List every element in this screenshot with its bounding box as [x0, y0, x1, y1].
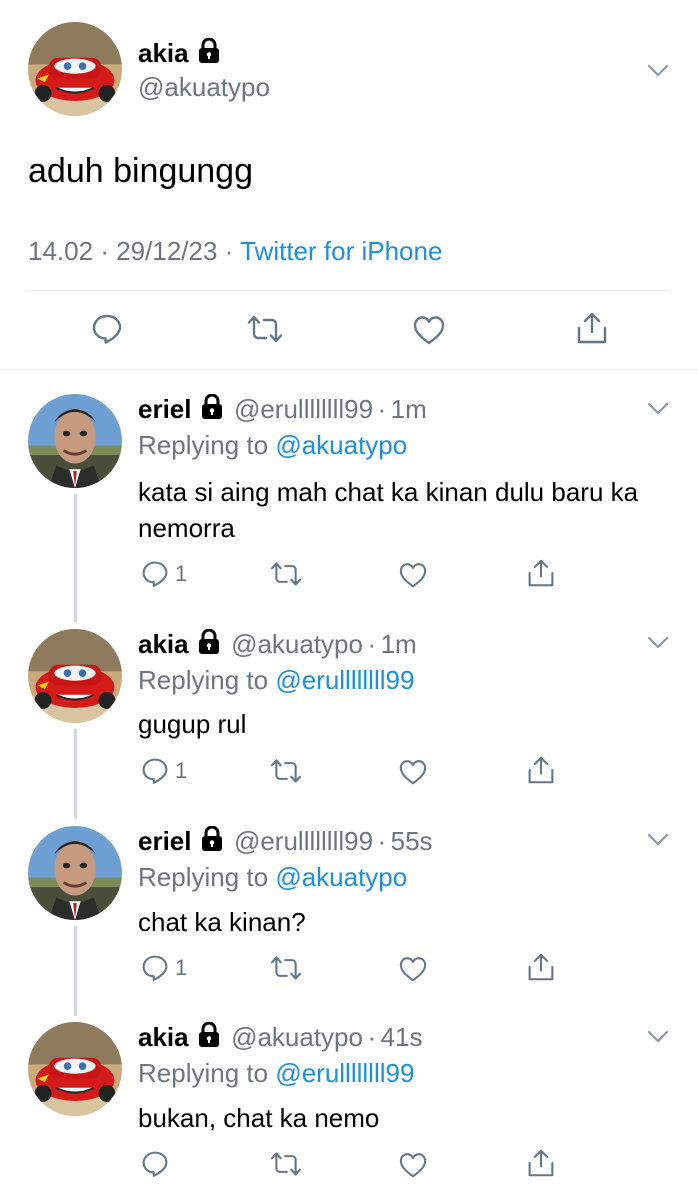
avatar[interactable] — [28, 629, 122, 723]
tweet-actions: 1 — [0, 560, 698, 594]
tweet-time: 1m — [380, 629, 417, 659]
share-icon[interactable] — [527, 558, 555, 588]
reply-icon — [141, 1150, 169, 1178]
retweet-icon[interactable] — [270, 757, 302, 785]
tweet-source[interactable]: Twitter for iPhone — [240, 236, 442, 266]
replying-prefix: Replying to — [138, 430, 276, 460]
share-icon[interactable] — [527, 952, 555, 982]
tweet-text: kata si aing mah chat ka kinan dulu baru… — [138, 477, 639, 543]
author-name[interactable]: akia — [138, 1022, 189, 1052]
meta-separator: · — [100, 236, 109, 266]
replying-to-handle[interactable]: @akuatypo — [275, 862, 407, 892]
lock-icon — [197, 1022, 221, 1048]
meta-separator: · — [224, 236, 234, 266]
author-name[interactable]: eriel — [138, 826, 192, 856]
tweet-text: aduh bingungg — [28, 152, 254, 190]
replying-prefix: Replying to — [138, 862, 276, 892]
retweet-icon[interactable] — [270, 954, 302, 982]
chevron-down-icon[interactable] — [647, 636, 669, 650]
avatar[interactable] — [28, 394, 122, 488]
avatar[interactable] — [28, 1022, 122, 1116]
reply-button[interactable]: 1 — [141, 757, 187, 785]
reply-button[interactable]: 1 — [141, 954, 187, 982]
tweet-text: bukan, chat ka nemo — [138, 1103, 380, 1133]
share-icon[interactable] — [527, 1148, 555, 1178]
tweet-text: chat ka kinan? — [138, 907, 306, 937]
share-icon[interactable] — [527, 755, 555, 785]
meta-separator: · — [367, 1022, 377, 1052]
reply-count: 1 — [175, 561, 188, 586]
tweet-actions: 1 — [0, 954, 698, 988]
tweet-time: 14.02 — [28, 236, 94, 266]
reply-count: 1 — [175, 758, 188, 783]
section-divider — [0, 369, 698, 370]
replying-prefix: Replying to — [138, 1058, 276, 1088]
replying-to: Replying to @erullllllll99 — [138, 1058, 414, 1089]
tweet-actions — [0, 1150, 698, 1184]
meta-separator: · — [367, 629, 377, 659]
author-name[interactable]: eriel — [138, 394, 192, 424]
like-icon[interactable] — [399, 759, 427, 785]
reply-button[interactable] — [141, 1150, 175, 1178]
avatar[interactable] — [28, 22, 122, 116]
author-handle[interactable]: @erullllllll99 — [234, 826, 373, 856]
share-icon[interactable] — [576, 311, 608, 345]
tweet-time: 55s — [390, 826, 433, 856]
avatar[interactable] — [28, 826, 122, 920]
chevron-down-icon[interactable] — [647, 64, 669, 78]
meta-separator: · — [377, 826, 387, 856]
author-handle[interactable]: @akuatypo — [231, 1022, 363, 1052]
reply-icon — [141, 954, 169, 982]
replying-to-handle[interactable]: @erullllllll99 — [275, 1058, 414, 1088]
lock-icon — [200, 826, 224, 852]
tweet-text: gugup rul — [138, 709, 247, 739]
lock-icon — [200, 394, 224, 420]
tweet-date: 29/12/23 — [116, 236, 218, 266]
tweet-actions: 1 — [0, 757, 698, 791]
replying-to: Replying to @akuatypo — [138, 862, 407, 893]
like-icon[interactable] — [399, 1152, 427, 1178]
chevron-down-icon[interactable] — [647, 402, 669, 416]
lock-icon — [197, 629, 221, 655]
chevron-down-icon[interactable] — [647, 833, 669, 847]
thread-line — [74, 494, 77, 622]
replying-to: Replying to @akuatypo — [138, 430, 407, 461]
meta-separator: · — [377, 394, 387, 424]
replying-to-handle[interactable]: @erullllllll99 — [275, 665, 414, 695]
chevron-down-icon[interactable] — [647, 1030, 669, 1044]
lock-icon — [197, 38, 221, 64]
reply-icon — [141, 757, 169, 785]
reply-button[interactable]: 1 — [141, 560, 187, 588]
replying-to: Replying to @erullllllll99 — [138, 665, 414, 696]
author-handle[interactable]: @erullllllll99 — [234, 394, 373, 424]
replying-to-handle[interactable]: @akuatypo — [275, 430, 407, 460]
retweet-icon[interactable] — [247, 313, 283, 345]
like-icon[interactable] — [399, 562, 427, 588]
like-icon[interactable] — [399, 956, 427, 982]
author-handle[interactable]: @akuatypo — [138, 72, 270, 103]
author-name[interactable]: akia — [138, 38, 189, 68]
retweet-icon[interactable] — [270, 1150, 302, 1178]
author-handle[interactable]: @akuatypo — [231, 629, 363, 659]
reply-count: 1 — [175, 955, 188, 980]
like-icon[interactable] — [413, 315, 445, 345]
reply-icon — [141, 560, 169, 588]
divider — [28, 290, 670, 291]
author-name[interactable]: akia — [138, 629, 189, 659]
tweet-meta: 14.02 · 29/12/23 · Twitter for iPhone — [28, 236, 442, 267]
reply-icon[interactable] — [91, 313, 123, 345]
retweet-icon[interactable] — [270, 560, 302, 588]
tweet-time: 1m — [390, 394, 427, 424]
tweet-time: 41s — [380, 1022, 423, 1052]
replying-prefix: Replying to — [138, 665, 276, 695]
tweet-actions — [0, 313, 698, 347]
